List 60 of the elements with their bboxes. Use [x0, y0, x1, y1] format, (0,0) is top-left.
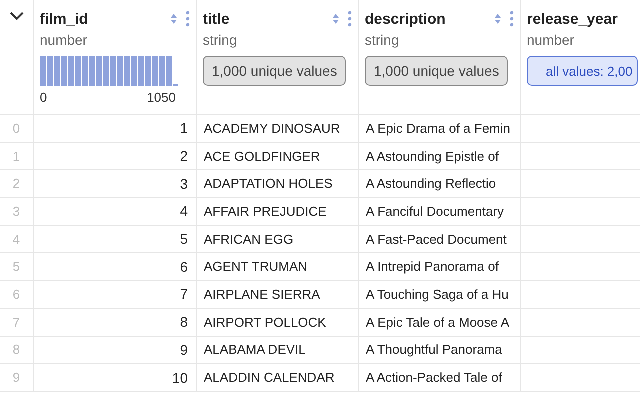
row-index: 8 [0, 336, 34, 364]
table-cell: 7 [34, 281, 197, 309]
table-cell: ACADEMY DINOSAUR [197, 115, 359, 143]
chevron-down-icon[interactable] [10, 12, 24, 21]
row-index: 2 [0, 170, 34, 198]
column-name: release_year [527, 10, 619, 28]
all-values-summary: all values: 2,00 [527, 56, 638, 86]
column-type: string [203, 32, 238, 48]
table-cell: AFFAIR PREJUDICE [197, 198, 359, 226]
table-cell: 2 [34, 142, 197, 170]
row-index: 3 [0, 198, 34, 226]
table-cell: A Epic Drama of a Femin [359, 115, 521, 143]
column-name: description [365, 10, 447, 28]
table-cell: 5 [34, 226, 197, 254]
table-cell: A Astounding Reflectio [359, 170, 521, 198]
table-cell: AFRICAN EGG [197, 226, 359, 254]
table-cell: 1 [34, 115, 197, 143]
row-index: 0 [0, 115, 34, 143]
row-index: 5 [0, 253, 34, 282]
row-index: 6 [0, 281, 34, 309]
sort-icon[interactable] [170, 13, 178, 25]
table-cell: A Thoughtful Panorama [359, 336, 521, 364]
unique-values-summary: 1,000 unique values [203, 56, 346, 86]
table-cell: AIRPLANE SIERRA [197, 281, 359, 309]
column-name: title [203, 10, 231, 28]
table-cell: 9 [34, 336, 197, 364]
table-cell: A Astounding Epistle of [359, 142, 521, 170]
axis-label: 0 [40, 90, 48, 105]
row-index: 9 [0, 364, 34, 392]
table-cell: A Intrepid Panorama of [359, 253, 521, 282]
column-type: number [40, 32, 88, 48]
table-cell: ACE GOLDFINGER [197, 142, 359, 170]
column-type: string [365, 32, 400, 48]
table-cell: ALADDIN CALENDAR [197, 364, 359, 392]
unique-values-summary: 1,000 unique values [365, 56, 508, 86]
table-cell: A Fanciful Documentary [359, 198, 521, 226]
row-index: 7 [0, 308, 34, 336]
table-cell: A Epic Tale of a Moose A [359, 308, 521, 336]
table-cell: ADAPTATION HOLES [197, 170, 359, 198]
table-cell: 6 [34, 253, 197, 282]
axis-label: 1050 [147, 90, 176, 105]
sort-icon[interactable] [494, 13, 502, 25]
table-cell: 8 [34, 308, 197, 336]
more-options-icon[interactable] [348, 11, 352, 27]
column-name: film_id [40, 10, 90, 28]
table-cell: A Action-Packed Tale of [359, 364, 521, 392]
table-cell: AGENT TRUMAN [197, 253, 359, 282]
sort-icon[interactable] [332, 13, 340, 25]
table-cell: 3 [34, 170, 197, 198]
table-cell: A Touching Saga of a Hu [359, 281, 521, 309]
column-type: number [527, 32, 574, 48]
row-index: 4 [0, 226, 34, 254]
more-options-icon[interactable] [186, 11, 190, 27]
table-cell: AIRPORT POLLOCK [197, 308, 359, 336]
table-cell: A Fast-Paced Document [359, 226, 521, 254]
row-index: 1 [0, 142, 34, 170]
table-cell: 10 [34, 364, 197, 392]
table-cell: 4 [34, 198, 197, 226]
more-options-icon[interactable] [510, 11, 514, 27]
table-cell: ALABAMA DEVIL [197, 336, 359, 364]
